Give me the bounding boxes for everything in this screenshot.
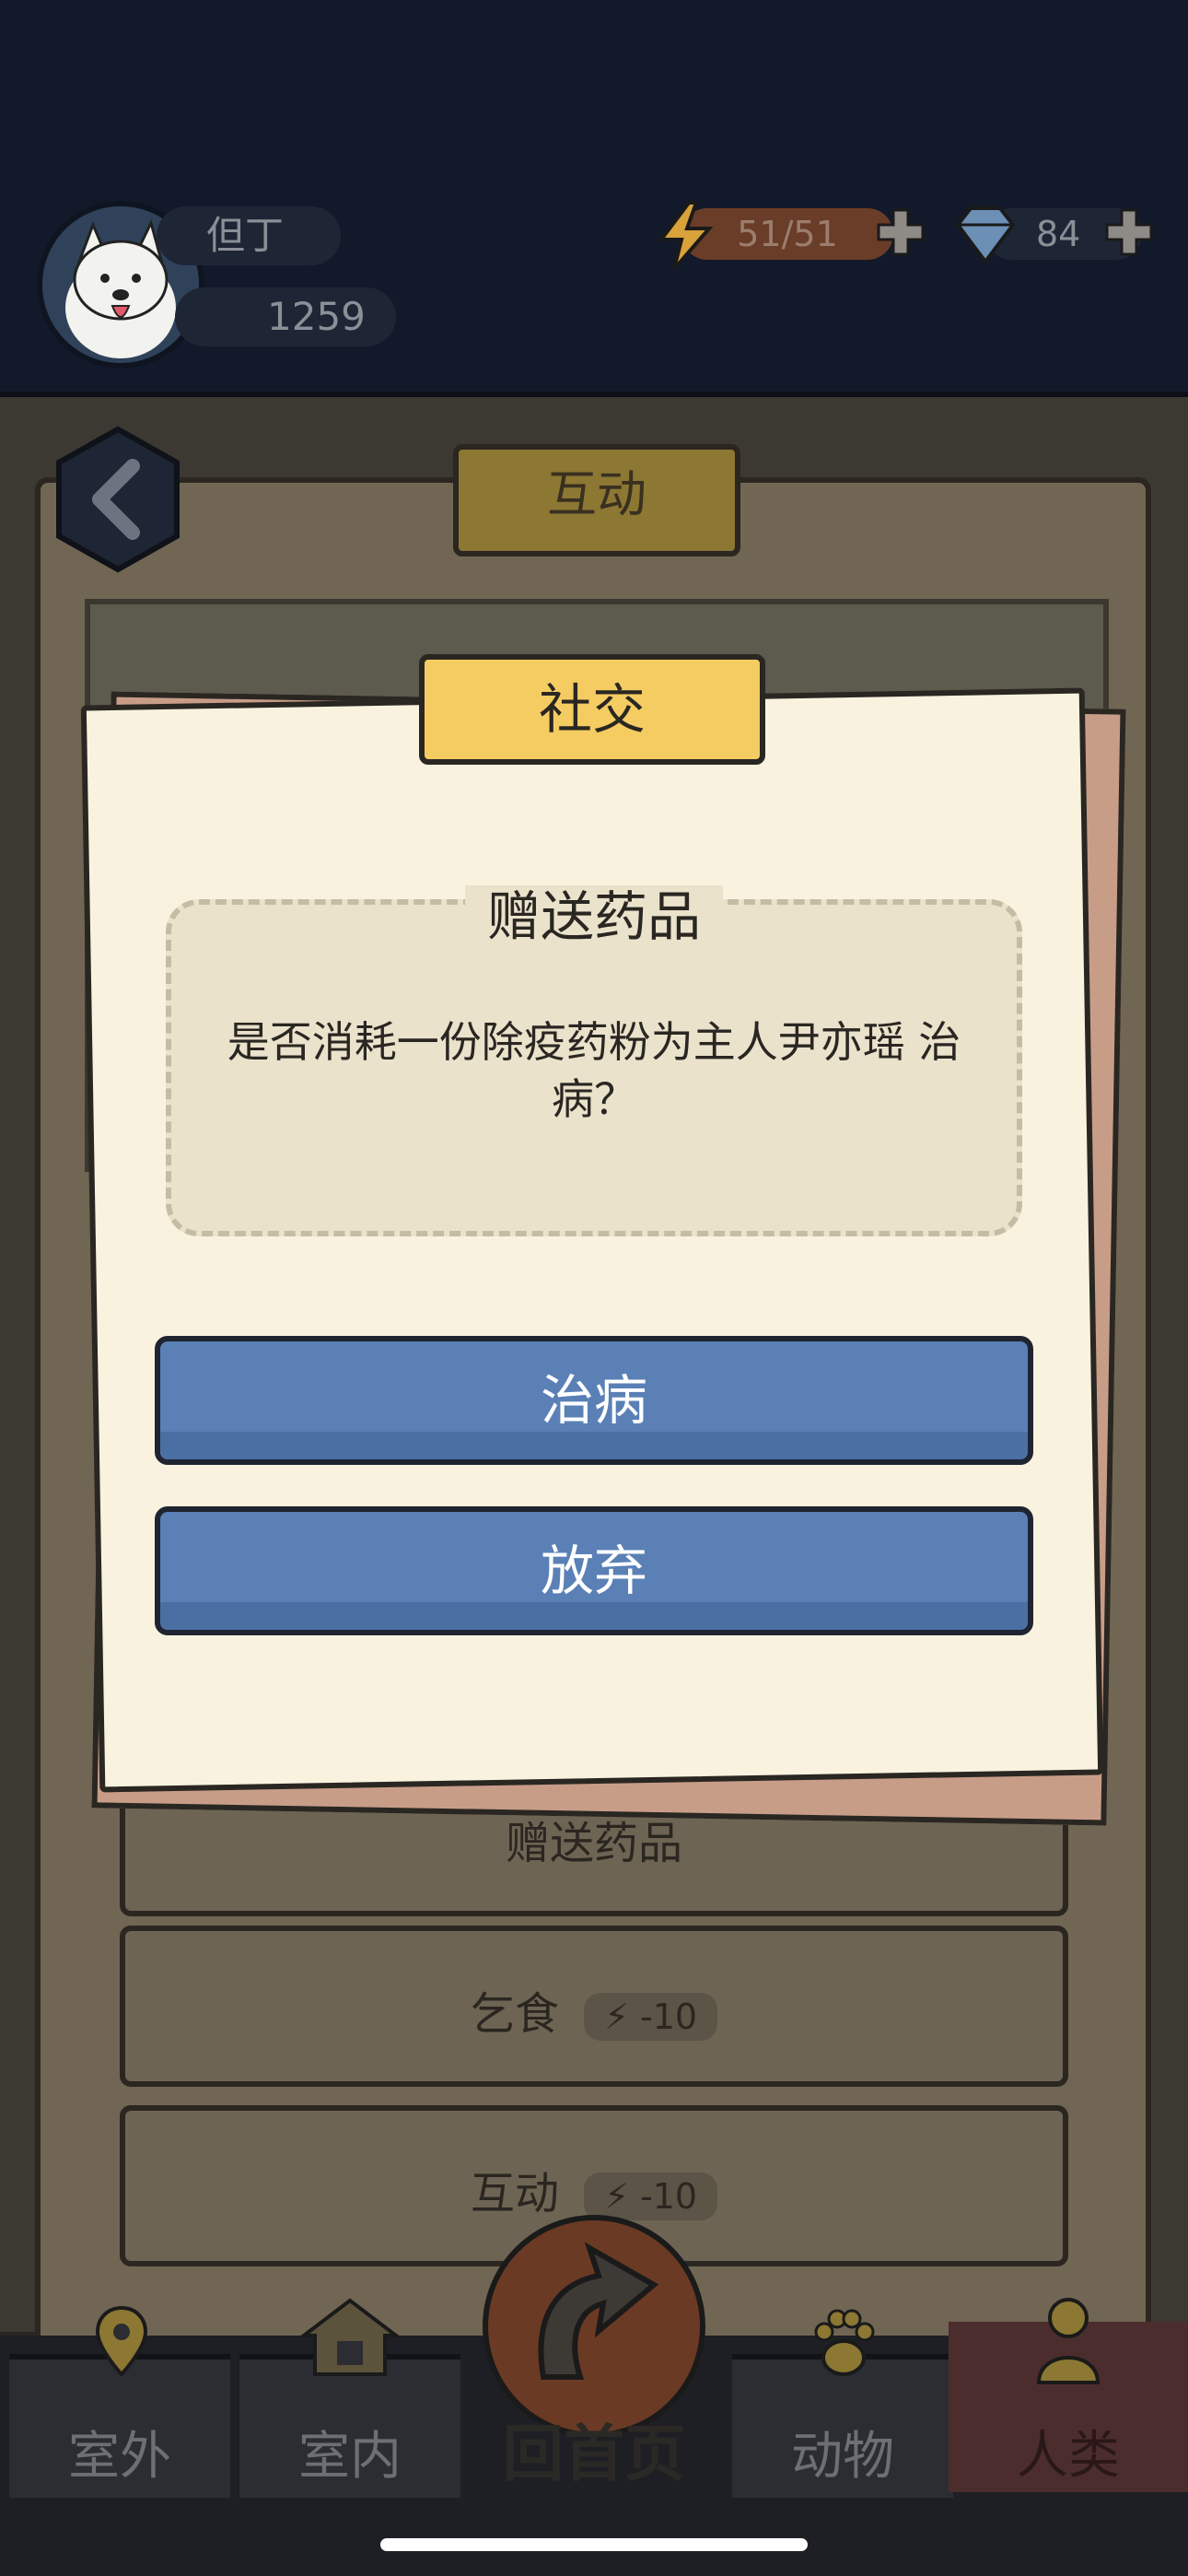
dialog-message: 是否消耗一份除疫药粉为主人尹亦瑶 治病？ [227,1017,961,1124]
list-item-label: 乞食 [470,1988,559,2040]
nav-humans[interactable]: 人类 [949,2298,1188,2492]
page-title: 互动 [453,444,740,556]
back-button[interactable] [53,426,182,573]
location-pin-icon [95,2305,148,2377]
house-icon [298,2298,402,2376]
cost-value: -10 [639,1996,698,2037]
dialog-heading: 赠送药品 [166,873,1022,951]
treat-button-label: 治病 [540,1369,647,1432]
button-shade [160,1602,1028,1630]
abandon-button-label: 放弃 [540,1540,647,1602]
dialog-ribbon-title: 社交 [419,654,765,765]
nav-outdoor-label: 室外 [68,2427,171,2487]
button-shade [160,1432,1028,1459]
dialog-heading-text: 赠送药品 [464,885,723,948]
list-item[interactable]: 乞食 ⚡ -10 [120,1926,1068,2087]
list-item-label: 赠送药品 [505,1818,682,1869]
nav-animals[interactable]: 动物 [732,2309,953,2498]
diamond-icon [955,206,1016,265]
nav-outdoor[interactable]: 室外 [9,2305,230,2498]
nav-indoor-label: 室内 [298,2427,402,2487]
crown-count: 1259 [175,287,396,346]
nav-animals-label: 动物 [791,2427,894,2487]
home-indicator[interactable] [380,2538,808,2551]
username-label: 但丁 [157,206,341,265]
add-gems-icon[interactable] [1103,206,1155,258]
add-energy-icon[interactable] [875,206,926,258]
nav-home-label: 回首页 [503,2418,685,2489]
paw-icon [814,2309,875,2376]
nav-indoor[interactable]: 室内 [239,2298,460,2498]
nav-humans-label: 人类 [1017,2426,1120,2486]
abandon-button[interactable]: 放弃 [155,1506,1033,1635]
person-icon [1036,2298,1101,2384]
lightning-icon [658,201,714,271]
cost-badge: ⚡ -10 [584,1993,718,2041]
treat-button[interactable]: 治病 [155,1336,1033,1465]
